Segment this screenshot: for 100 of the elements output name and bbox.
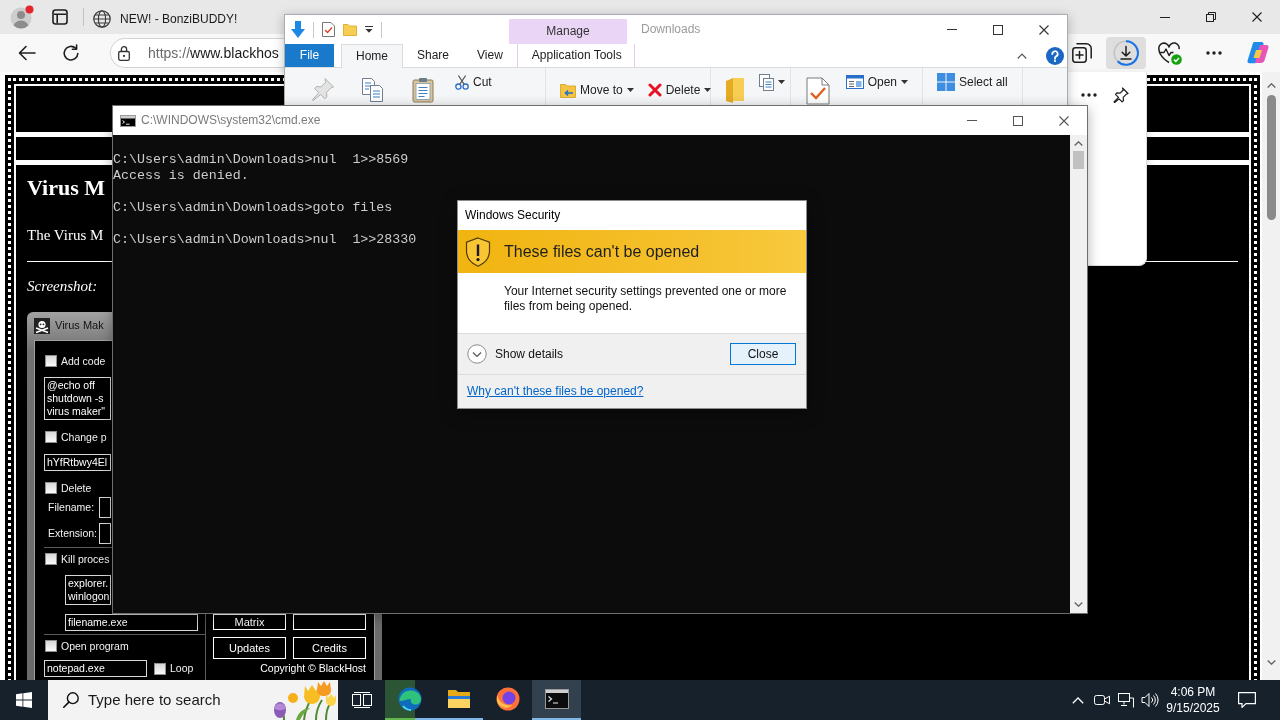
field-label: Filename: bbox=[47, 501, 96, 514]
app-window-title: Virus Mak bbox=[55, 319, 104, 333]
ribbon-tab[interactable]: Application Tools bbox=[516, 44, 635, 67]
dropdown-caret-icon bbox=[704, 88, 712, 92]
chevron-up-icon[interactable] bbox=[1072, 696, 1084, 704]
restore-icon[interactable] bbox=[1206, 12, 1216, 22]
page-heading: Virus M bbox=[27, 175, 105, 201]
dialog-heading: These files can't be opened bbox=[504, 241, 700, 262]
empty-button[interactable] bbox=[293, 614, 366, 630]
open-button[interactable]: Open bbox=[845, 74, 908, 90]
checkbox[interactable] bbox=[45, 431, 57, 443]
browser-taskbar-button[interactable] bbox=[385, 680, 434, 720]
browser-tab[interactable]: NEW! - BonziBUDDY! bbox=[88, 4, 284, 34]
dialog-title: Windows Security bbox=[464, 207, 562, 225]
screenshot-label: Screenshot: bbox=[27, 277, 98, 296]
speaker-icon[interactable] bbox=[1141, 692, 1159, 708]
window-icon bbox=[845, 75, 864, 89]
task-view-icon[interactable] bbox=[351, 692, 372, 708]
checked-document-icon[interactable] bbox=[322, 22, 335, 37]
console-taskbar-button[interactable] bbox=[532, 680, 581, 720]
text-area[interactable]: explorer. winlogon bbox=[65, 575, 111, 605]
text-field[interactable]: notepad.exe bbox=[44, 660, 147, 677]
delete-button[interactable]: Delete bbox=[647, 82, 712, 98]
folder-icon bbox=[446, 689, 471, 709]
checkbox[interactable] bbox=[45, 482, 57, 494]
show-details-label[interactable]: Show details bbox=[495, 346, 564, 362]
dropdown-caret-icon[interactable] bbox=[365, 26, 373, 33]
checkbox[interactable] bbox=[45, 553, 57, 565]
dropdown-caret-icon bbox=[626, 88, 634, 92]
move-to-button[interactable]: Move to bbox=[560, 82, 634, 98]
panel-layout-icon[interactable] bbox=[52, 9, 68, 25]
scrollbar-thumb[interactable] bbox=[1266, 95, 1276, 220]
text-field[interactable] bbox=[99, 523, 111, 544]
text-field[interactable]: hYfRtbwy4El bbox=[44, 454, 111, 471]
address-text: https://www.blackhos bbox=[148, 44, 279, 62]
search-field[interactable]: Type here to search bbox=[48, 680, 338, 720]
help-icon[interactable] bbox=[1046, 46, 1064, 65]
checkbox[interactable] bbox=[45, 355, 57, 367]
profile-avatar-icon[interactable] bbox=[10, 5, 34, 29]
close-icon[interactable] bbox=[1039, 24, 1049, 35]
checkbox-label: Open program bbox=[61, 639, 129, 653]
close-icon[interactable] bbox=[1252, 12, 1262, 22]
expand-chevron-icon[interactable] bbox=[467, 344, 487, 364]
window-title: Downloads bbox=[641, 22, 701, 37]
ribbon-tab[interactable]: Share bbox=[403, 44, 464, 67]
checkbox-label: Delete bbox=[61, 481, 92, 495]
down-arrow-icon bbox=[291, 21, 305, 38]
close-icon[interactable] bbox=[1059, 115, 1069, 126]
clipboard-icon[interactable] bbox=[412, 77, 434, 103]
more-icon[interactable] bbox=[1206, 51, 1222, 55]
text-area[interactable]: @echo off shutdown -s virus maker" bbox=[44, 377, 111, 420]
checked-document-icon[interactable] bbox=[806, 77, 831, 105]
checkbox-label: Kill proces bbox=[61, 552, 110, 566]
clock-date[interactable]: 9/15/2025 bbox=[1166, 700, 1220, 716]
text-field[interactable] bbox=[99, 497, 111, 518]
back-icon[interactable] bbox=[18, 45, 36, 61]
close-button[interactable]: Close bbox=[730, 343, 796, 365]
field-label: Extension: bbox=[47, 527, 99, 540]
clock-time[interactable]: 4:06 PM bbox=[1170, 684, 1216, 700]
globe-icon bbox=[93, 10, 111, 28]
console-line: Access is denied. bbox=[113, 168, 249, 184]
ribbon-tab[interactable]: Home bbox=[341, 44, 403, 68]
video-camera-icon[interactable] bbox=[1094, 693, 1110, 707]
heartbeat-icon[interactable] bbox=[1158, 41, 1182, 65]
checkbox[interactable] bbox=[45, 640, 57, 652]
circle-logo-icon bbox=[495, 687, 520, 711]
minimize-icon[interactable] bbox=[1160, 16, 1170, 18]
lock-icon bbox=[118, 45, 130, 61]
ribbon-tab[interactable]: View bbox=[463, 44, 517, 67]
start-icon[interactable] bbox=[16, 692, 32, 708]
scrollbar-thumb[interactable] bbox=[1073, 151, 1084, 169]
scrollbar[interactable] bbox=[1262, 72, 1280, 680]
pin-icon[interactable] bbox=[1113, 87, 1129, 103]
copy-to-button[interactable] bbox=[759, 74, 785, 90]
more-icon[interactable] bbox=[1081, 93, 1097, 97]
app-button[interactable]: Credits bbox=[293, 637, 366, 659]
ribbon-tab[interactable]: File bbox=[285, 44, 334, 67]
logo-icon[interactable] bbox=[1246, 41, 1270, 65]
maximize-icon[interactable] bbox=[993, 24, 1003, 35]
notification-icon[interactable] bbox=[1238, 692, 1256, 708]
select-all-button[interactable]: Select all bbox=[937, 74, 1008, 90]
download-icon[interactable] bbox=[1106, 37, 1146, 69]
maximize-icon[interactable] bbox=[1013, 115, 1023, 126]
cut-button[interactable]: Cut bbox=[455, 74, 492, 90]
app-button[interactable]: Updates bbox=[213, 637, 286, 659]
documents-icon[interactable] bbox=[361, 77, 385, 103]
collapse-caret-icon[interactable] bbox=[1017, 52, 1027, 59]
text-field[interactable]: filename.exe bbox=[65, 614, 198, 631]
stacked-pages-icon bbox=[759, 73, 774, 91]
network-icon[interactable] bbox=[1118, 692, 1134, 708]
intro-text: The Virus M bbox=[27, 226, 104, 245]
address-field[interactable]: https://www.blackhos bbox=[110, 38, 284, 68]
checkbox[interactable] bbox=[154, 662, 166, 675]
cross-icon bbox=[647, 83, 662, 97]
tab-plus-icon[interactable] bbox=[1072, 43, 1092, 63]
refresh-icon[interactable] bbox=[62, 44, 80, 62]
scrollbar[interactable] bbox=[1070, 135, 1087, 613]
app-button[interactable]: Matrix bbox=[213, 614, 286, 630]
grid-icon bbox=[937, 73, 955, 91]
checkbox-label: Change p bbox=[61, 430, 107, 444]
